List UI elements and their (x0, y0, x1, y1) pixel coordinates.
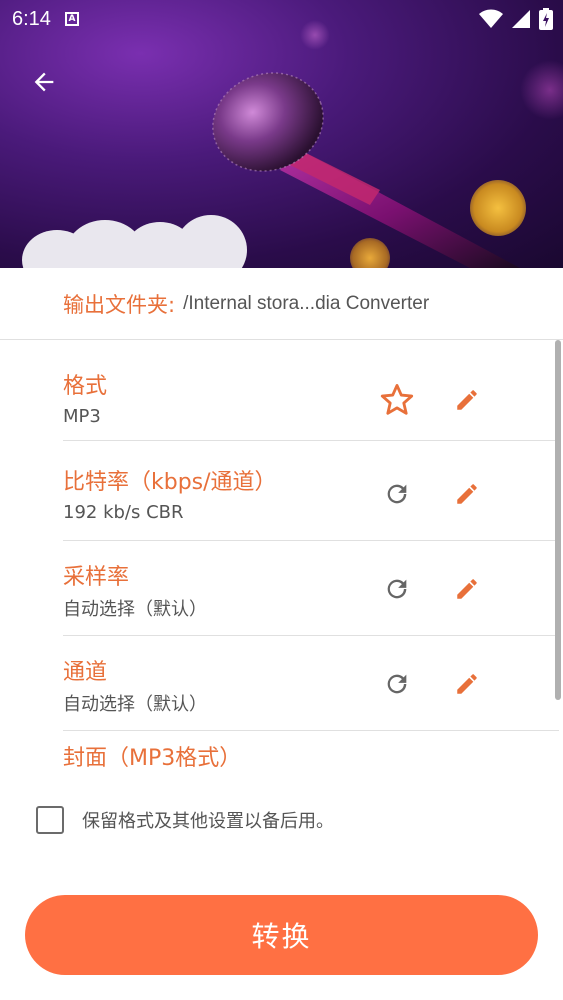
reset-button[interactable] (377, 664, 417, 704)
wifi-icon (479, 9, 503, 28)
arrow-left-icon (34, 72, 54, 92)
keep-settings-row[interactable]: 保留格式及其他设置以备后用。 (36, 806, 334, 834)
pencil-icon (457, 484, 477, 504)
favorite-button[interactable] (377, 380, 417, 420)
setting-format[interactable]: 格式 MP3 (63, 346, 559, 441)
setting-sample-rate[interactable]: 采样率 自动选择（默认） (63, 541, 559, 636)
reset-button[interactable] (377, 569, 417, 609)
setting-channels[interactable]: 通道 自动选择（默认） (63, 636, 559, 731)
keep-settings-checkbox[interactable] (36, 806, 64, 834)
pencil-icon (457, 390, 477, 410)
setting-value: 192 kb/s CBR (63, 502, 184, 523)
convert-button[interactable]: 转换 (25, 895, 538, 975)
battery-icon (539, 8, 553, 30)
setting-title: 比特率（kbps/通道） (63, 470, 277, 495)
setting-title: 采样率 (63, 565, 130, 590)
keep-settings-label: 保留格式及其他设置以备后用。 (82, 811, 334, 832)
edit-button[interactable] (447, 664, 487, 704)
status-icons (479, 8, 553, 30)
setting-value: 自动选择（默认） (63, 599, 207, 620)
redo-icon (387, 484, 407, 504)
reset-button[interactable] (377, 474, 417, 514)
status-bar: 6:14 A (0, 0, 563, 38)
output-folder-path: /Internal stora...dia Converter (183, 292, 430, 314)
setting-bitrate[interactable]: 比特率（kbps/通道） 192 kb/s CBR (63, 446, 559, 541)
redo-icon (387, 674, 407, 694)
hero-image (0, 0, 563, 268)
setting-value: 自动选择（默认） (63, 694, 207, 715)
scrollbar[interactable] (555, 340, 561, 700)
setting-title: 通道 (63, 660, 108, 685)
pencil-icon (457, 674, 477, 694)
edit-button[interactable] (447, 474, 487, 514)
setting-value: MP3 (63, 406, 101, 427)
setting-title: 格式 (63, 374, 108, 399)
signal-icon (512, 10, 530, 28)
edit-button[interactable] (447, 380, 487, 420)
edit-button[interactable] (447, 569, 487, 609)
cover-setting-title[interactable]: 封面（MP3格式） (63, 740, 241, 772)
output-folder-row[interactable]: 输出文件夹: /Internal stora...dia Converter (0, 268, 563, 340)
redo-icon (387, 579, 407, 599)
pencil-icon (457, 579, 477, 599)
output-folder-label: 输出文件夹: (63, 292, 176, 317)
status-time: 6:14 (12, 7, 51, 30)
back-button[interactable] (24, 62, 64, 102)
notification-icon: A (64, 12, 79, 26)
star-outline-icon (380, 384, 414, 415)
